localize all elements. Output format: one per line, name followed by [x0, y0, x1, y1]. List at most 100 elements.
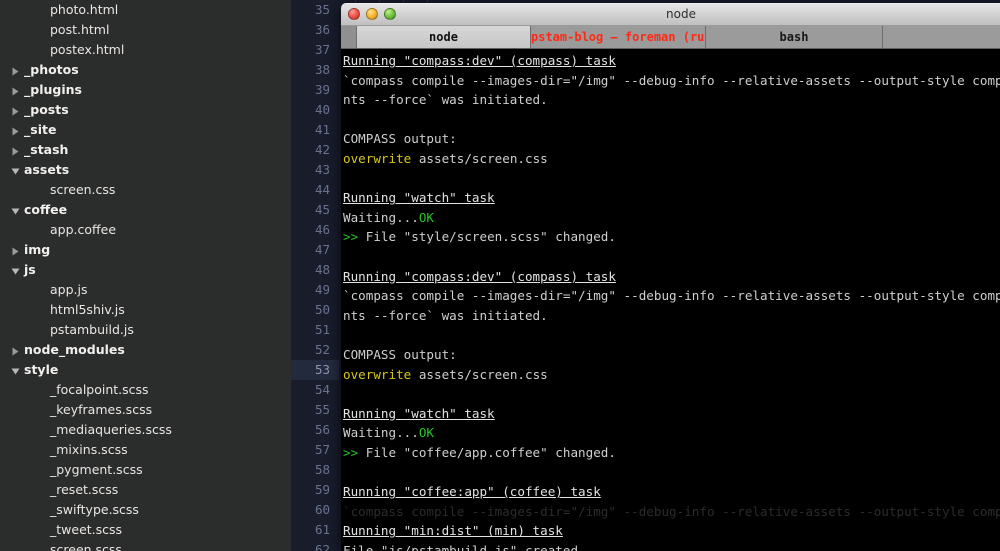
tree-folder-style[interactable]: style [0, 360, 291, 380]
tree-file-screen-scss[interactable]: screen.scss [0, 540, 291, 551]
tree-folder--stash[interactable]: _stash [0, 140, 291, 160]
task-heading: Running "min:dist" (min) task [343, 523, 563, 539]
tree-folder-node-modules[interactable]: node_modules [0, 340, 291, 360]
chevron-right-icon[interactable] [8, 240, 22, 260]
tree-item-label: coffee [24, 202, 68, 217]
status-overwrite: overwrite [343, 150, 412, 166]
terminal-tab-bash[interactable]: bash [706, 26, 883, 48]
line-number: 44 [314, 182, 330, 197]
tree-file--focalpoint-scss[interactable]: _focalpoint.scss [0, 380, 291, 400]
line-number: 46 [314, 222, 330, 237]
chevron-right-icon[interactable] [8, 100, 22, 120]
tree-item-label: node_modules [24, 342, 125, 357]
line-number: 39 [314, 82, 330, 97]
chevron-down-icon[interactable] [8, 260, 22, 280]
tree-folder--plugins[interactable]: _plugins [0, 80, 291, 100]
chevron-right-icon[interactable] [8, 120, 22, 140]
terminal-line: Running "compass:dev" (compass) task [341, 267, 1000, 287]
line-number: 40 [314, 102, 330, 117]
tree-item-label: _photos [24, 62, 79, 77]
status-ok: OK [418, 209, 434, 225]
tree-file--swiftype-scss[interactable]: _swiftype.scss [0, 500, 291, 520]
tree-file--keyframes-scss[interactable]: _keyframes.scss [0, 400, 291, 420]
terminal-line: Running "min:dist" (min) task [341, 521, 1000, 541]
tree-item-label: _swiftype.scss [50, 502, 139, 517]
status-ok: >> [343, 229, 359, 245]
chevron-right-icon[interactable] [8, 60, 22, 80]
chevron-down-icon[interactable] [8, 200, 22, 220]
terminal-line: overwrite assets/screen.css [341, 365, 1000, 385]
line-number: 50 [314, 302, 330, 317]
tree-item-label: style [24, 362, 59, 377]
chevron-right-icon[interactable] [8, 340, 22, 360]
tree-file--mixins-scss[interactable]: _mixins.scss [0, 440, 291, 460]
terminal-line: nts --force` was initiated. [341, 90, 1000, 110]
tree-item-label: postex.html [50, 42, 125, 57]
terminal-text: `compass compile --images-dir="/img" --d… [343, 288, 1000, 304]
line-number: 52 [314, 342, 330, 357]
terminal-line: Running "watch" task [341, 404, 1000, 424]
tree-file-post-html[interactable]: post.html [0, 20, 291, 40]
line-number: 55 [314, 402, 330, 417]
tree-file-photo-html[interactable]: photo.html [0, 0, 291, 20]
tree-item-label: _tweet.scss [50, 522, 123, 537]
tree-file-html5shiv-js[interactable]: html5shiv.js [0, 300, 291, 320]
line-number: 53 [291, 360, 339, 380]
line-number: 57 [314, 442, 330, 457]
task-heading: Running "compass:dev" (compass) task [343, 268, 616, 284]
chevron-down-icon[interactable] [8, 360, 22, 380]
terminal-line: File "js/pstambuild.js" created. [341, 541, 1000, 551]
tree-folder-coffee[interactable]: coffee [0, 200, 291, 220]
tree-file-app-coffee[interactable]: app.coffee [0, 220, 291, 240]
tree-file--mediaqueries-scss[interactable]: _mediaqueries.scss [0, 420, 291, 440]
terminal-line: >> File "style/screen.scss" changed. [341, 227, 1000, 247]
tree-folder--posts[interactable]: _posts [0, 100, 291, 120]
terminal-tab-pstam-blog-foreman-ruby-[interactable]: pstam-blog – foreman (ruby) [531, 26, 706, 48]
tree-folder-js[interactable]: js [0, 260, 291, 280]
terminal-text: nts --force` was initiated. [343, 92, 548, 108]
line-number: 43 [314, 162, 330, 177]
terminal-text: COMPASS output: [343, 346, 457, 362]
tree-folder-assets[interactable]: assets [0, 160, 291, 180]
ghost-text: `compass compile --images-dir="/img" --d… [343, 503, 1000, 519]
terminal-titlebar[interactable]: node [341, 3, 1000, 26]
tab-bar-left-edge [341, 26, 357, 48]
line-number: 61 [314, 522, 330, 537]
tree-folder--photos[interactable]: _photos [0, 60, 291, 80]
tree-item-label: screen.scss [50, 542, 122, 551]
tree-folder-img[interactable]: img [0, 240, 291, 260]
tree-folder--site[interactable]: _site [0, 120, 291, 140]
terminal-tab-bar[interactable]: nodepstam-blog – foreman (ruby)bash [341, 26, 1000, 49]
chevron-right-icon[interactable] [8, 80, 22, 100]
tree-file-postex-html[interactable]: postex.html [0, 40, 291, 60]
terminal-tab-empty[interactable] [883, 26, 1000, 48]
tree-item-label: app.coffee [50, 222, 117, 237]
tree-file--pygment-scss[interactable]: _pygment.scss [0, 460, 291, 480]
terminal-output[interactable]: Running "compass:dev" (compass) task `com… [341, 49, 1000, 551]
terminal-line: Running "coffee:app" (coffee) task [341, 482, 1000, 502]
tree-item-label: _stash [24, 142, 69, 157]
line-number: 58 [314, 462, 330, 477]
file-tree-sidebar[interactable]: photo.html post.html postex.html _photos _pl… [0, 0, 291, 551]
terminal-text: Waiting... [343, 425, 419, 441]
tree-item-label: _pygment.scss [50, 462, 143, 477]
tree-item-label: _mediaqueries.scss [50, 422, 172, 437]
tree-file--tweet-scss[interactable]: _tweet.scss [0, 520, 291, 540]
status-ok: OK [418, 425, 434, 441]
tree-item-label: photo.html [50, 2, 119, 17]
chevron-right-icon[interactable] [8, 140, 22, 160]
tree-file-pstambuild-js[interactable]: pstambuild.js [0, 320, 291, 340]
task-heading: Running "coffee:app" (coffee) task [343, 484, 601, 500]
line-number: 48 [314, 262, 330, 277]
terminal-tab-node[interactable]: node [357, 26, 531, 48]
tree-file-screen-css[interactable]: screen.css [0, 180, 291, 200]
terminal-text: assets/screen.css [411, 366, 548, 382]
terminal-window[interactable]: node nodepstam-blog – foreman (ruby)bash… [341, 3, 1000, 551]
tree-file--reset-scss[interactable]: _reset.scss [0, 480, 291, 500]
chevron-down-icon[interactable] [8, 160, 22, 180]
tree-file-app-js[interactable]: app.js [0, 280, 291, 300]
screen: photo.html post.html postex.html _photos _pl… [0, 0, 1000, 551]
